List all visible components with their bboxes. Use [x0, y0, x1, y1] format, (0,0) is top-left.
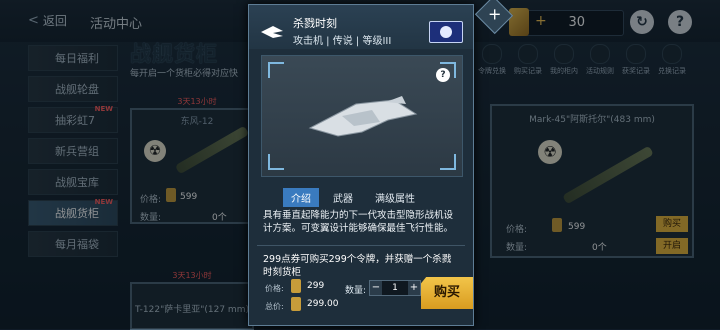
tab-weapons[interactable]: 武器: [325, 188, 361, 207]
frame-corner: [268, 62, 284, 78]
token-icon: [291, 297, 301, 311]
frame-corner: [440, 154, 456, 170]
total-label: 总价:: [265, 302, 284, 311]
modal-tabs: 介绍 武器 满级属性: [283, 188, 423, 207]
frame-corner: [268, 154, 284, 170]
divider: [257, 245, 465, 246]
price-label: 价格:: [265, 284, 284, 293]
quantity-label: 数量:: [345, 286, 367, 296]
quantity-value[interactable]: 1: [382, 281, 408, 295]
token-icon: [291, 279, 301, 293]
purchase-footer: 价格: 299 总价: 299.00 数量: − 1 + 购买: [261, 275, 473, 317]
item-description: 具有垂直起降能力的下一代攻击型隐形战机设计方案。可变翼设计能够确保最佳飞行性能。: [263, 210, 454, 234]
close-icon: +: [488, 4, 502, 24]
preview-help-icon[interactable]: ?: [436, 68, 450, 82]
faction-flag-icon: [429, 21, 463, 43]
item-detail-modal: 杀戮时刻 攻击机 | 传说 | 等级III ? 介绍 武器 满级属性 具有垂直起…: [248, 4, 474, 326]
stealth-jet-image: [308, 96, 418, 137]
price-value: 299: [307, 281, 325, 291]
tab-max-level-stats[interactable]: 满级属性: [367, 188, 423, 207]
modal-header: 杀戮时刻 攻击机 | 传说 | 等级III: [249, 5, 473, 49]
decrease-button[interactable]: −: [370, 281, 382, 295]
item-preview: ?: [261, 55, 463, 177]
buy-button[interactable]: 购买: [421, 277, 473, 309]
increase-button[interactable]: +: [408, 281, 420, 295]
item-type-line: 攻击机 | 传说 | 等级III: [293, 36, 392, 47]
tab-introduction[interactable]: 介绍: [283, 188, 319, 207]
total-value: 299.00: [307, 299, 339, 309]
attack-plane-icon: [261, 26, 283, 38]
item-name: 杀戮时刻: [293, 17, 337, 30]
quantity-stepper: − 1 +: [369, 280, 421, 296]
